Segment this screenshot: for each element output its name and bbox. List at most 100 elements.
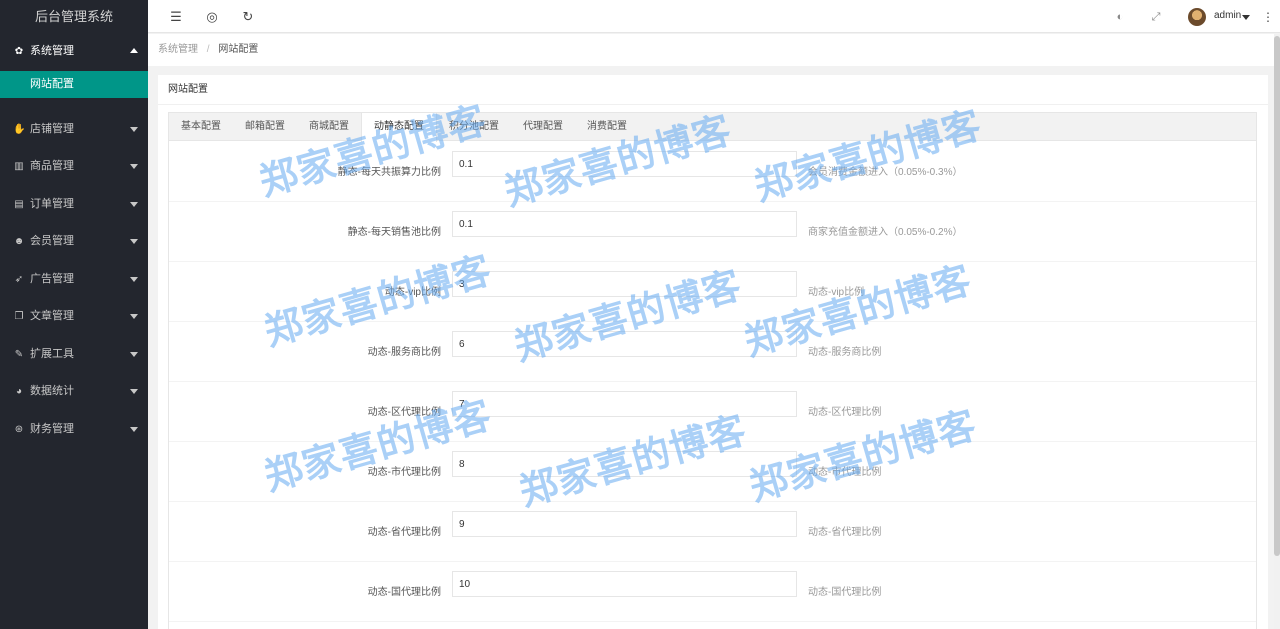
sidebar-subnav: 网站配置 <box>0 70 148 111</box>
sidebar-item-label: 广告管理 <box>30 272 74 285</box>
sidebar-item-label: 订单管理 <box>30 197 74 210</box>
tab-bar: 基本配置 邮箱配置 商城配置 动静态配置 积分池配置 代理配置 消费配置 <box>169 113 1256 142</box>
theme-icon[interactable]: ◐ <box>1112 9 1128 25</box>
field-input[interactable] <box>452 151 797 177</box>
sidebar-item-1[interactable]: ✋ 店铺管理 <box>0 111 148 149</box>
chevron-down-icon <box>130 201 138 207</box>
sidebar-item-label: 财务管理 <box>30 422 74 435</box>
sidebar-item-3[interactable]: ▤ 订单管理 <box>0 186 148 224</box>
top-header: ☰ ◎ ↻ ◐ ⤢ admin ⋮ <box>148 0 1280 33</box>
field-label: 动态-市代理比例 <box>367 467 441 478</box>
sidebar-item-label: 会员管理 <box>30 235 74 247</box>
sidebar-item-6[interactable]: ❐ 文章管理 <box>0 298 148 336</box>
sidebar-item-label: 商品管理 <box>30 160 74 172</box>
sidebar-item-label: 数据统计 <box>30 385 74 397</box>
users-icon: ☻ <box>13 236 25 247</box>
tab-1[interactable]: 邮箱配置 <box>233 113 297 141</box>
sidebar-item-label: 扩展工具 <box>30 347 74 360</box>
sidebar-item-5[interactable]: ➶ 广告管理 <box>0 261 148 299</box>
chevron-down-icon <box>130 239 138 244</box>
sidebar-subitem-0[interactable]: 网站配置 <box>0 70 148 98</box>
sidebar-item-0[interactable]: ✿ 系统管理 <box>0 33 148 71</box>
avatar[interactable] <box>1188 8 1206 26</box>
hand-icon: ✋ <box>13 123 26 135</box>
menu-toggle-icon[interactable]: ☰ <box>168 9 184 25</box>
app-logo-title[interactable]: 后台管理系统 <box>0 0 148 33</box>
field-input[interactable] <box>452 211 797 237</box>
chevron-down-icon <box>130 314 138 319</box>
field-input[interactable] <box>452 451 797 477</box>
sidebar-item-8[interactable]: ◕ 数据统计 <box>0 373 148 411</box>
tab-2[interactable]: 商城配置 <box>297 113 361 141</box>
scrollbar-thumb[interactable] <box>1274 36 1280 556</box>
card-title: 网站配置 <box>158 75 1268 105</box>
field-label: 动态-省代理比例 <box>367 527 441 538</box>
field-input[interactable] <box>452 391 797 417</box>
sidebar: 后台管理系统 ✿ 系统管理网站配置 ✋ 店铺管理 ▥ 商品管理 ▤ 订单管理 ☻ 会员管理 ➶ 广告管… <box>0 0 148 629</box>
fullscreen-icon[interactable]: ⤢ <box>1148 9 1164 25</box>
wrench-icon: ✎ <box>14 348 24 360</box>
form-row: 动态-区代理比例 动态-区代理比例 <box>169 382 1256 442</box>
chevron-up-icon <box>130 48 138 53</box>
breadcrumb-separator: / <box>206 44 210 55</box>
more-icon[interactable]: ⋮ <box>1260 9 1276 25</box>
form-row: 动态-国代理比例 动态-国代理比例 <box>169 562 1256 622</box>
field-input[interactable] <box>452 331 797 357</box>
chevron-down-icon[interactable] <box>1242 15 1250 20</box>
field-input[interactable] <box>452 271 797 297</box>
chevron-down-icon <box>130 164 138 169</box>
gear-icon: ✿ <box>14 46 24 57</box>
refresh-icon[interactable]: ↻ <box>240 9 256 25</box>
field-label: 静态-每天销售池比例 <box>347 227 441 238</box>
rocket-icon: ➶ <box>14 273 24 285</box>
field-label: 静态-每天共振算力比例 <box>337 167 441 178</box>
tab-5[interactable]: 代理配置 <box>511 113 575 141</box>
field-label: 动态-区代理比例 <box>367 407 441 418</box>
field-hint: 动态-市代理比例 <box>808 467 882 478</box>
sidebar-item-9[interactable]: ⊛ 财务管理 <box>0 411 148 449</box>
form-row: 静态-每天销售池比例 商家充值金额进入（0.05%-0.2%） <box>169 202 1256 262</box>
form-row: 动态-vip比例 动态-vip比例 <box>169 262 1256 322</box>
field-hint: 会员消费金额进入（0.05%-0.3%） <box>808 167 963 178</box>
field-hint: 动态-国代理比例 <box>808 587 882 598</box>
chevron-down-icon <box>130 126 138 132</box>
form-row: 动态-市代理比例 动态-市代理比例 <box>169 442 1256 502</box>
sidebar-item-2[interactable]: ▥ 商品管理 <box>0 148 148 186</box>
chevron-down-icon <box>130 276 138 282</box>
tab-0[interactable]: 基本配置 <box>169 113 233 141</box>
pie-chart-icon: ◕ <box>15 386 23 397</box>
field-input[interactable] <box>452 571 797 597</box>
field-label: 动态-vip比例 <box>384 287 441 298</box>
field-label: 动态-国代理比例 <box>367 587 441 598</box>
field-hint: 动态-服务商比例 <box>808 347 882 358</box>
bar-chart-icon: ▥ <box>14 161 24 172</box>
chevron-down-icon <box>130 351 138 357</box>
field-hint: 动态-区代理比例 <box>808 407 882 418</box>
sidebar-item-4[interactable]: ☻ 会员管理 <box>0 223 148 261</box>
user-name[interactable]: admin <box>1214 10 1241 21</box>
breadcrumb: 系统管理 / 网站配置 <box>148 34 1274 66</box>
tab-4[interactable]: 积分池配置 <box>437 113 511 141</box>
breadcrumb-parent[interactable]: 系统管理 <box>158 44 198 55</box>
content-card: 网站配置 基本配置 邮箱配置 商城配置 动静态配置 积分池配置 代理配置 消费配置 静态-每… <box>158 75 1268 629</box>
form-row: 动态-省代理比例 动态-省代理比例 <box>169 502 1256 562</box>
globe-icon[interactable]: ◎ <box>204 9 220 25</box>
chevron-down-icon <box>130 389 138 394</box>
field-input[interactable] <box>452 511 797 537</box>
sidebar-item-7[interactable]: ✎ 扩展工具 <box>0 336 148 374</box>
sidebar-item-label: 系统管理 <box>30 45 74 57</box>
field-hint: 动态-省代理比例 <box>808 527 882 538</box>
breadcrumb-current: 网站配置 <box>218 44 259 55</box>
sidebar-nav: ✿ 系统管理网站配置 ✋ 店铺管理 ▥ 商品管理 ▤ 订单管理 ☻ 会员管理 ➶ 广告管理 ❐ 文章管理 ✎… <box>0 33 148 448</box>
copy-icon: ❐ <box>14 311 24 322</box>
sidebar-item-label: 店铺管理 <box>30 122 74 135</box>
tab-3[interactable]: 动静态配置 <box>361 113 437 142</box>
form-row: 静态-每天共振算力比例 会员消费金额进入（0.05%-0.3%） <box>169 142 1256 202</box>
sidebar-item-label: 文章管理 <box>30 310 74 322</box>
field-hint: 动态-vip比例 <box>808 287 865 298</box>
tab-6[interactable]: 消费配置 <box>575 113 639 141</box>
calendar-icon: ▤ <box>14 198 24 210</box>
form-row: 动态-服务商比例 动态-服务商比例 <box>169 322 1256 382</box>
money-icon: ⊛ <box>14 423 24 435</box>
chevron-down-icon <box>130 426 138 432</box>
